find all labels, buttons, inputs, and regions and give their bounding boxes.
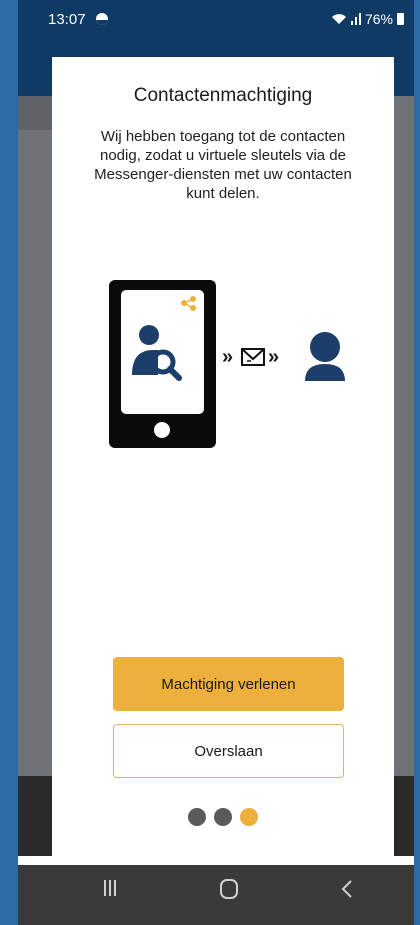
signal-icon — [350, 13, 361, 25]
envelope-icon — [241, 348, 265, 366]
status-bar: 13:07 76% — [18, 0, 414, 40]
skip-button[interactable]: Overslaan — [113, 724, 344, 778]
arrow-icon: » — [268, 346, 279, 368]
page-dot — [214, 808, 232, 826]
grant-permission-button[interactable]: Machtiging verlenen — [113, 657, 344, 711]
status-time: 13:07 — [48, 11, 86, 28]
contacts-illustration: » » — [109, 280, 345, 448]
dialog-title: Contactenmachtiging — [133, 85, 313, 106]
page-dot-active — [240, 808, 258, 826]
wifi-icon — [331, 14, 346, 24]
left-frame — [0, 0, 18, 925]
arrow-icon: » — [222, 346, 233, 368]
app-background-detail — [18, 96, 52, 130]
phone-icon — [109, 280, 216, 448]
notification-icon — [96, 13, 108, 25]
battery-percentage: 76% — [364, 11, 393, 27]
page-indicator — [52, 808, 394, 826]
page-dot — [188, 808, 206, 826]
recent-apps-icon[interactable] — [103, 879, 117, 897]
back-icon[interactable] — [341, 879, 353, 899]
dialog-description: Wij hebben toegang tot de contacten nodi… — [94, 128, 352, 202]
phone-screen: 13:07 76% Contactenmachtiging Wij hebben… — [18, 0, 414, 925]
permission-dialog: Contactenmachtiging Wij hebben toegang t… — [52, 57, 394, 877]
home-icon[interactable] — [219, 879, 239, 899]
battery-icon — [397, 13, 404, 25]
navigation-bar — [18, 865, 414, 925]
person-icon — [305, 332, 345, 381]
status-indicators: 76% — [331, 11, 404, 27]
right-frame — [414, 0, 420, 925]
